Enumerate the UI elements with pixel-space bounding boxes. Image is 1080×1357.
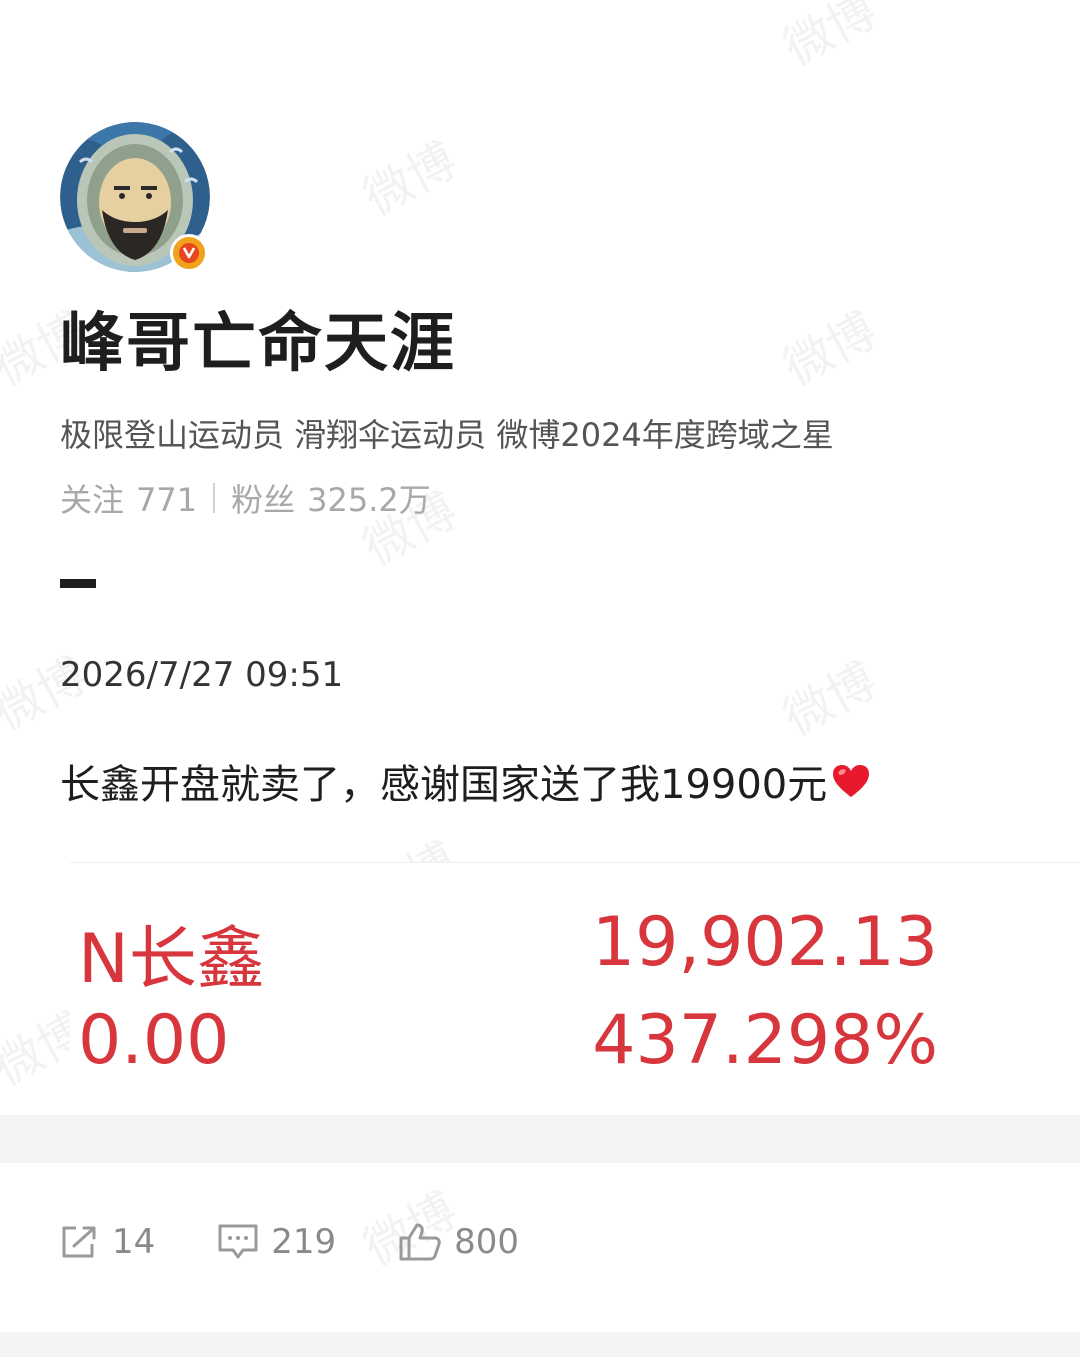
stock-name: N长鑫: [78, 920, 265, 999]
comment-count: 219: [271, 1222, 337, 1262]
stock-price: 19,902.13: [591, 903, 938, 982]
watermark: 微博: [774, 302, 886, 397]
section-separator: [0, 1115, 1080, 1163]
thumbs-up-icon: [399, 1223, 441, 1261]
post-action-bar: 14 219 800: [60, 1222, 581, 1262]
repost-button[interactable]: 14: [60, 1222, 155, 1262]
verified-badge-icon: [170, 234, 208, 272]
following-label: 关注: [60, 481, 125, 519]
following-count: 771: [136, 481, 198, 519]
like-button[interactable]: 800: [398, 1222, 519, 1262]
followers-count: 325.2万: [307, 481, 431, 519]
watermark: 微博: [774, 652, 886, 747]
bio: 极限登山运动员 滑翔伞运动员 微博2024年度跨域之星: [60, 416, 834, 454]
heart-emoji-icon: [831, 763, 871, 799]
stats-divider: [213, 483, 216, 513]
stock-quote-image[interactable]: N长鑫 19,902.13 0.00 437.298%: [70, 862, 1080, 1115]
followers-label: 粉丝: [231, 481, 296, 519]
post-text: 长鑫开盘就卖了，感谢国家送了我19900元: [60, 752, 871, 810]
like-count: 800: [454, 1222, 520, 1262]
post-timestamp: 2026/7/27 09:51: [60, 655, 344, 695]
comment-button[interactable]: 219: [217, 1222, 336, 1262]
post-text-content: 长鑫开盘就卖了，感谢国家送了我19900元: [60, 762, 828, 808]
avatar[interactable]: [60, 122, 210, 272]
watermark: 微博: [774, 0, 886, 77]
section-divider: [60, 579, 96, 588]
followers-stat[interactable]: 粉丝 325.2万: [231, 475, 431, 521]
profile-stats: 关注 771 粉丝 325.2万: [60, 475, 431, 521]
bottom-separator: [0, 1332, 1080, 1357]
repost-count: 14: [112, 1222, 156, 1262]
username[interactable]: 峰哥亡命天涯: [60, 292, 456, 384]
stock-change: 0.00: [78, 1001, 230, 1080]
comment-icon: [218, 1224, 258, 1259]
watermark: 微博: [354, 132, 466, 227]
repost-icon: [62, 1226, 96, 1258]
stock-change-percent: 437.298%: [592, 1001, 938, 1080]
following-stat[interactable]: 关注 771: [60, 475, 197, 521]
